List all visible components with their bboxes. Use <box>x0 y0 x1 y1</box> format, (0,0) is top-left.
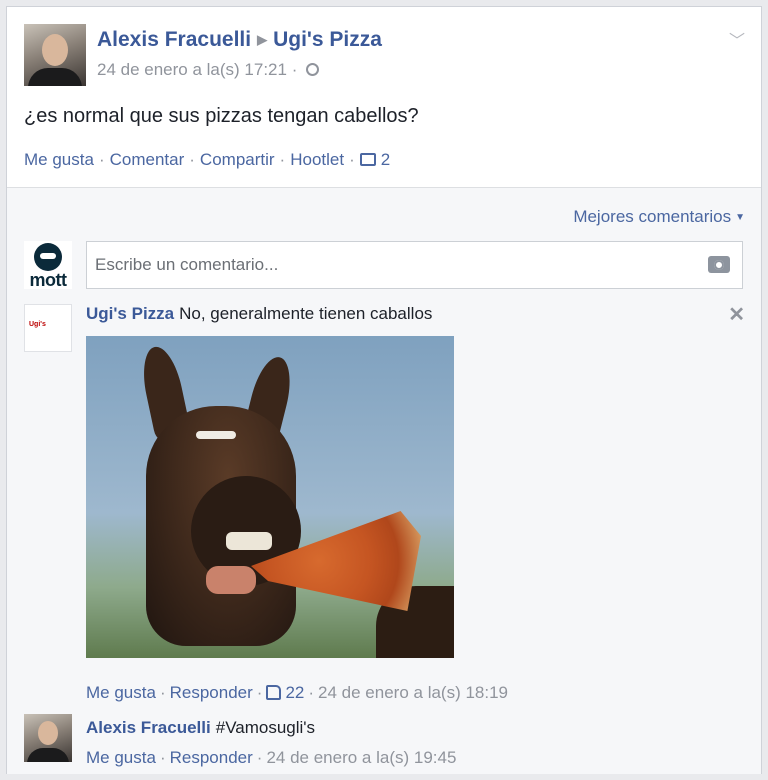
globe-icon[interactable] <box>306 63 320 76</box>
comment-composer[interactable] <box>86 241 743 289</box>
comment-count[interactable]: 2 <box>381 150 390 169</box>
comment-time[interactable]: 24 de enero a la(s) 19:45 <box>266 748 456 767</box>
reply-author-avatar[interactable] <box>24 714 72 762</box>
close-icon[interactable]: ✕ <box>728 302 745 327</box>
comment-icon[interactable] <box>359 153 376 166</box>
target-page-link[interactable]: Ugi's Pizza <box>273 28 382 51</box>
page-logo: Ugi's <box>29 321 46 328</box>
comment-author-link[interactable]: Ugi's Pizza <box>86 304 174 323</box>
author-avatar[interactable] <box>24 24 86 86</box>
sort-comments-button[interactable]: Mejores comentarios ▼ <box>573 207 745 227</box>
comment-like-count[interactable]: 22 <box>285 683 304 702</box>
comment-actions: Me gusta · Responder · 24 de enero a la(s) 1… <box>86 748 456 768</box>
comment-like-link[interactable]: Me gusta <box>86 748 156 767</box>
separator: · <box>349 150 355 169</box>
comment-like-link[interactable]: Me gusta <box>86 683 156 702</box>
comment-reply-link[interactable]: Responder <box>170 748 253 767</box>
share-link[interactable]: Compartir <box>200 150 275 169</box>
caret-down-icon: ▼ <box>735 212 745 223</box>
avatar-shirt <box>27 748 69 762</box>
horse-tongue <box>206 566 256 594</box>
author-name-link[interactable]: Alexis Fracuelli <box>97 28 251 51</box>
post-meta: 24 de enero a la(s) 17:21 · <box>97 60 320 80</box>
separator: · <box>159 683 166 702</box>
comment-photo[interactable] <box>86 336 454 658</box>
post-text: ¿es normal que sus pizzas tengan cabello… <box>24 105 419 127</box>
separator: · <box>189 150 195 169</box>
separator: · <box>159 748 166 767</box>
camera-icon[interactable] <box>708 256 730 273</box>
comment-actions: Me gusta · Responder · 22 · 24 de enero a la(s… <box>86 683 508 703</box>
comment-reply-link[interactable]: Responder <box>170 683 253 702</box>
avatar-shirt <box>28 68 82 86</box>
composer-avatar: mott <box>24 241 72 290</box>
comment-text: No, generalmente tienen caballos <box>179 304 433 323</box>
comment-link[interactable]: Comentar <box>110 150 185 169</box>
sort-label: Mejores comentarios <box>573 207 732 226</box>
post-timestamp[interactable]: 24 de enero a la(s) 17:21 <box>97 60 287 79</box>
hootlet-link[interactable]: Hootlet <box>290 150 344 169</box>
horse-teeth <box>226 532 272 550</box>
comment-body: Ugi's Pizza No, generalmente tienen cabal… <box>86 304 432 324</box>
avatar-face <box>42 34 68 66</box>
mott-eyes <box>40 253 56 259</box>
separator: · <box>256 748 263 767</box>
separator: · <box>98 150 105 169</box>
thumbs-up-icon[interactable] <box>266 685 282 700</box>
mott-logo-text: mott <box>29 270 68 290</box>
comment-author-link[interactable]: Alexis Fracuelli <box>86 718 211 737</box>
arrow-right-icon: ▶ <box>257 32 268 47</box>
post-actions: Me gusta · Comentar · Compartir · Hootlet · 2 <box>24 150 390 170</box>
chevron-down-icon[interactable]: ﹀ <box>729 27 745 51</box>
comment-time[interactable]: 24 de enero a la(s) 18:19 <box>318 683 508 702</box>
horse-blaze <box>196 431 236 439</box>
comment-input[interactable] <box>87 242 703 288</box>
post-card: Alexis Fracuelli ▶ Ugi's Pizza 24 de enero… <box>6 6 762 774</box>
separator: · <box>308 683 315 702</box>
avatar-face <box>38 721 58 745</box>
separator: · <box>256 683 263 702</box>
comment-text: #Vamosugli's <box>215 718 316 737</box>
comment-body: Alexis Fracuelli #Vamosugli's <box>86 718 315 738</box>
like-link[interactable]: Me gusta <box>24 150 94 169</box>
page-avatar[interactable]: Ugi's <box>24 304 72 352</box>
separator: · <box>279 150 286 169</box>
post-names: Alexis Fracuelli ▶ Ugi's Pizza <box>97 28 382 52</box>
comments-section: Mejores comentarios▼ mott Ugi's Ugi's Pi… <box>7 187 761 774</box>
meta-separator: · <box>291 60 298 79</box>
